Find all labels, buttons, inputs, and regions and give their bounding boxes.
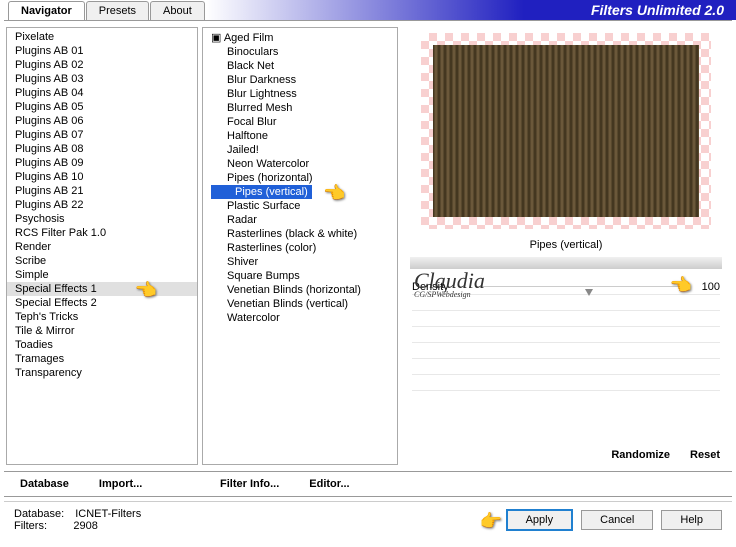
filter-item[interactable]: Blur Lightness xyxy=(203,87,397,101)
filter-item[interactable]: Rasterlines (black & white) xyxy=(203,227,397,241)
tab-bar: Navigator Presets About xyxy=(0,0,206,20)
filter-item[interactable]: Binoculars xyxy=(203,45,397,59)
database-button[interactable]: Database xyxy=(20,478,69,490)
category-item[interactable]: Scribe xyxy=(7,254,197,268)
category-item[interactable]: Tramages xyxy=(7,352,197,366)
current-filter-label: Pipes (vertical) xyxy=(402,235,730,255)
filter-item[interactable]: Blurred Mesh xyxy=(203,101,397,115)
filter-item[interactable]: Black Net xyxy=(203,59,397,73)
pointer-icon: 👉 xyxy=(480,511,502,532)
category-item[interactable]: Special Effects 2 xyxy=(7,296,197,310)
category-list[interactable]: PixelatePlugins AB 01Plugins AB 02Plugin… xyxy=(6,27,198,465)
randomize-button[interactable]: Randomize xyxy=(611,449,670,461)
category-item[interactable]: Plugins AB 03 xyxy=(7,72,197,86)
apply-button[interactable]: Apply xyxy=(506,509,574,531)
category-item[interactable]: Plugins AB 05 xyxy=(7,100,197,114)
category-item[interactable]: Special Effects 1👈 xyxy=(7,282,197,296)
category-item[interactable]: Toadies xyxy=(7,338,197,352)
category-item[interactable]: Psychosis xyxy=(7,212,197,226)
category-item[interactable]: RCS Filter Pak 1.0 xyxy=(7,226,197,240)
filter-list[interactable]: ▣ Aged Film BinocularsBlack NetBlur Dark… xyxy=(202,27,398,465)
category-item[interactable]: Plugins AB 10 xyxy=(7,170,197,184)
filter-item[interactable]: Venetian Blinds (horizontal) xyxy=(203,283,397,297)
editor-button[interactable]: Editor... xyxy=(309,478,349,490)
filter-item[interactable]: Halftone xyxy=(203,129,397,143)
filter-item[interactable]: Pipes (vertical) xyxy=(211,185,312,199)
footer-info: Database: ICNET-Filters Filters: 2908 xyxy=(14,508,141,532)
category-item[interactable]: Plugins AB 06 xyxy=(7,114,197,128)
filter-item[interactable]: Radar xyxy=(203,213,397,227)
cancel-button[interactable]: Cancel xyxy=(581,510,653,530)
param-value: 100 xyxy=(702,281,720,293)
category-item[interactable]: Teph's Tricks xyxy=(7,310,197,324)
import-button[interactable]: Import... xyxy=(99,478,142,490)
category-item[interactable]: Transparency xyxy=(7,366,197,380)
category-item[interactable]: Plugins AB 21 xyxy=(7,184,197,198)
category-item[interactable]: Render xyxy=(7,240,197,254)
filter-item[interactable]: Watercolor xyxy=(203,311,397,325)
category-item[interactable]: Plugins AB 01 xyxy=(7,44,197,58)
gradient-bar xyxy=(410,257,722,269)
reset-button[interactable]: Reset xyxy=(690,449,720,461)
tab-about[interactable]: About xyxy=(150,1,205,20)
category-item[interactable]: Plugins AB 04 xyxy=(7,86,197,100)
filter-item[interactable]: Focal Blur xyxy=(203,115,397,129)
filter-item[interactable]: Pipes (horizontal) xyxy=(203,171,397,185)
density-slider[interactable] xyxy=(482,286,680,287)
category-item[interactable]: Plugins AB 02 xyxy=(7,58,197,72)
tab-navigator[interactable]: Navigator xyxy=(8,1,85,20)
filter-item[interactable]: Shiver xyxy=(203,255,397,269)
filter-item[interactable]: Jailed! xyxy=(203,143,397,157)
help-button[interactable]: Help xyxy=(661,510,722,530)
filter-group-header[interactable]: ▣ Aged Film xyxy=(203,30,397,45)
preview-image xyxy=(421,33,711,229)
filter-info-button[interactable]: Filter Info... xyxy=(220,478,279,490)
param-density[interactable]: Density 👈 100 xyxy=(412,279,720,295)
app-title: Filters Unlimited 2.0 xyxy=(206,0,736,20)
tab-presets[interactable]: Presets xyxy=(86,1,149,20)
param-label: Density xyxy=(412,281,449,293)
category-item[interactable]: Simple xyxy=(7,268,197,282)
filter-item[interactable]: Neon Watercolor xyxy=(203,157,397,171)
category-item[interactable]: Plugins AB 07 xyxy=(7,128,197,142)
category-item[interactable]: Tile & Mirror xyxy=(7,324,197,338)
filter-item[interactable]: Square Bumps xyxy=(203,269,397,283)
filter-item[interactable]: Rasterlines (color) xyxy=(203,241,397,255)
filter-item[interactable]: Blur Darkness xyxy=(203,73,397,87)
category-item[interactable]: Plugins AB 22 xyxy=(7,198,197,212)
category-item[interactable]: Pixelate xyxy=(7,30,197,44)
filter-item[interactable]: Plastic Surface xyxy=(203,199,397,213)
filter-item[interactable]: Venetian Blinds (vertical) xyxy=(203,297,397,311)
category-item[interactable]: Plugins AB 08 xyxy=(7,142,197,156)
category-item[interactable]: Plugins AB 09 xyxy=(7,156,197,170)
